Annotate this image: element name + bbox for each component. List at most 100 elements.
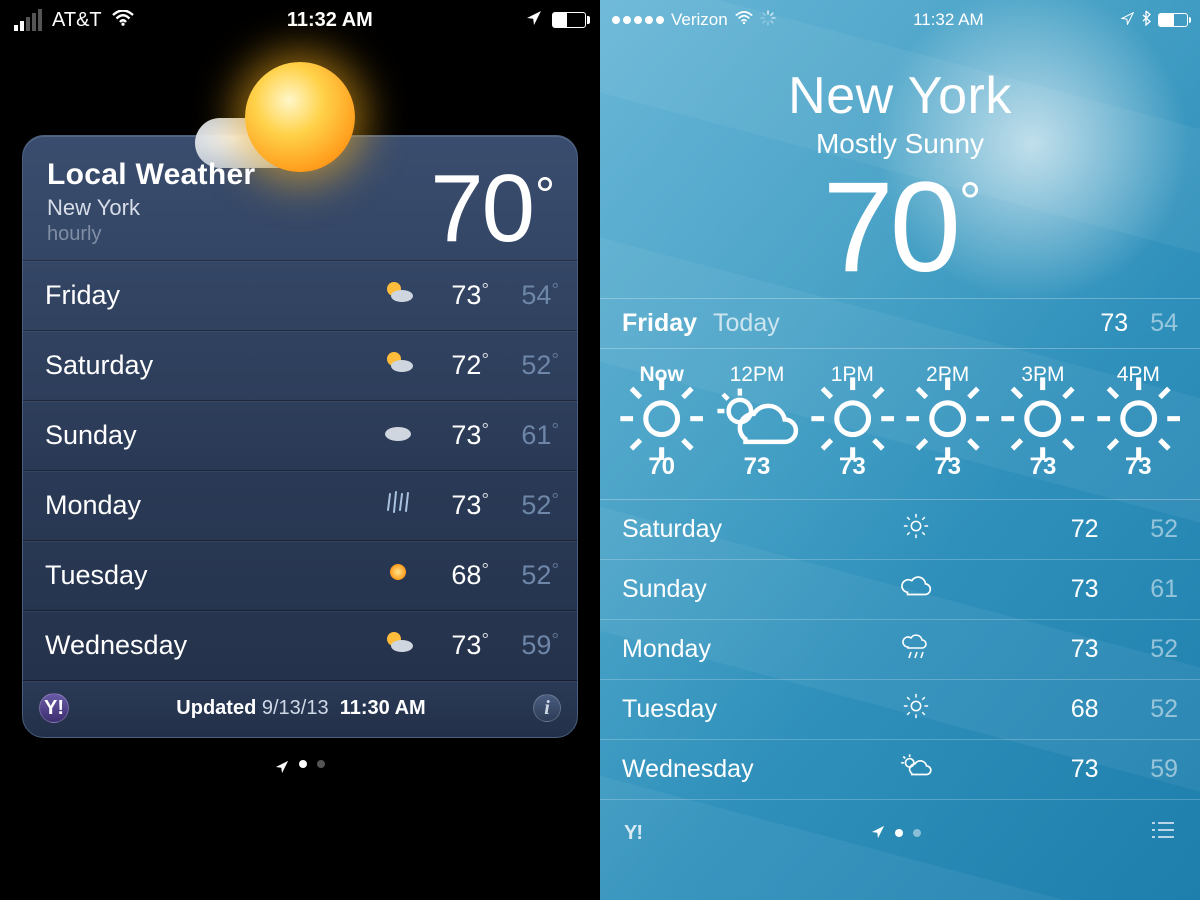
- day-label: Friday: [45, 280, 377, 311]
- statusbar-time: 11:32 AM: [287, 9, 373, 32]
- day-label: Monday: [622, 635, 844, 664]
- high-temp: 68: [419, 560, 489, 591]
- low-temp: 52: [1099, 635, 1178, 664]
- sun-icon: [805, 401, 900, 437]
- forecast-row: Sunday 7361: [600, 560, 1200, 620]
- today-low: 54: [1150, 309, 1178, 338]
- hour-cell: 2PM73: [900, 363, 995, 481]
- high-temp: 72: [987, 515, 1098, 544]
- daily-forecast[interactable]: Saturday7252Sunday7361Monday7352Tuesday6…: [600, 500, 1200, 800]
- forecast-row: Sunday7361: [23, 400, 577, 470]
- hour-cell: Now70: [614, 363, 709, 481]
- sun-cloud-icon: [377, 628, 419, 663]
- hourly-forecast[interactable]: Now7012PM731PM732PM733PM734PM73: [600, 349, 1200, 500]
- day-label: Tuesday: [45, 560, 377, 591]
- low-temp: 54: [489, 280, 559, 311]
- ios7-weather-screen: Verizon 11:32 AM New York Mostly Sunny 7…: [600, 0, 1200, 900]
- carrier-label: Verizon: [671, 10, 728, 30]
- page-dot: [895, 829, 903, 837]
- forecast-row: Wednesday7359: [23, 610, 577, 680]
- wifi-icon: [735, 10, 753, 30]
- sun-icon: [377, 558, 419, 593]
- forecast-row: Wednesday 7359: [600, 740, 1200, 800]
- day-label: Sunday: [622, 575, 844, 604]
- high-temp: 73: [419, 280, 489, 311]
- hour-cell: 1PM73: [805, 363, 900, 481]
- sun-icon: [900, 401, 995, 437]
- high-temp: 73: [419, 420, 489, 451]
- day-label: Saturday: [45, 350, 377, 381]
- page-dot: [317, 760, 325, 768]
- yahoo-icon[interactable]: Y!: [39, 693, 69, 723]
- high-temp: 73: [987, 755, 1098, 784]
- forecast-row: Friday 7354: [23, 260, 577, 330]
- cloud-icon: [844, 572, 987, 607]
- hour-cell: 4PM73: [1091, 363, 1186, 481]
- list-icon[interactable]: [1150, 820, 1176, 846]
- day-label: Saturday: [622, 515, 844, 544]
- current-temp: 70°: [823, 164, 978, 292]
- forecast-row: Tuesday6852: [23, 540, 577, 610]
- info-icon[interactable]: i: [533, 694, 561, 722]
- location-icon: [526, 10, 542, 31]
- updated-label: Updated 9/13/13 11:30 AM: [176, 697, 425, 720]
- hour-cell: 3PM73: [995, 363, 1090, 481]
- yahoo-icon[interactable]: Y!: [624, 822, 642, 845]
- signal-icon: [14, 9, 42, 31]
- high-temp: 72: [419, 350, 489, 381]
- rain-icon: [844, 632, 987, 667]
- page-indicator[interactable]: [0, 760, 600, 779]
- high-temp: 73: [987, 635, 1098, 664]
- forecast-row: Saturday 7252: [23, 330, 577, 400]
- weather-card-header[interactable]: Local Weather New York hourly 70°: [23, 136, 577, 260]
- sun-icon: [614, 401, 709, 437]
- page-dot: [913, 829, 921, 837]
- bluetooth-icon: [1141, 10, 1151, 31]
- rain-icon: [377, 488, 419, 523]
- low-temp: 59: [1099, 755, 1178, 784]
- location-arrow-icon: [871, 822, 885, 845]
- day-label: Wednesday: [622, 755, 844, 784]
- page-indicator[interactable]: [871, 822, 921, 845]
- low-temp: 52: [1099, 695, 1178, 724]
- ios6-weather-screen: AT&T 11:32 AM Local Weather New York hou…: [0, 0, 600, 900]
- high-temp: 73: [987, 575, 1098, 604]
- hourly-link[interactable]: hourly: [47, 223, 255, 246]
- sun-icon: [1091, 401, 1186, 437]
- spinner-icon: [760, 10, 776, 31]
- carrier-label: AT&T: [52, 9, 102, 32]
- city-label: New York: [600, 66, 1200, 126]
- today-day: Friday: [622, 309, 697, 338]
- forecast-list: Friday7354Saturday7252Sunday7361Monday73…: [23, 260, 577, 680]
- card-title: Local Weather: [47, 158, 255, 192]
- forecast-row: Monday7352: [23, 470, 577, 540]
- low-temp: 52: [489, 350, 559, 381]
- sun-icon: [844, 512, 987, 547]
- card-footer: Y! Updated 9/13/13 11:30 AM i: [23, 680, 577, 737]
- battery-icon: [1158, 13, 1188, 27]
- sun-icon: [995, 401, 1090, 437]
- low-temp: 59: [489, 630, 559, 661]
- page-dot: [299, 760, 307, 768]
- sun-cloud-icon: [377, 348, 419, 383]
- footer: Y!: [600, 800, 1200, 846]
- high-temp: 73: [419, 630, 489, 661]
- ios6-statusbar: AT&T 11:32 AM: [0, 0, 600, 40]
- ios7-statusbar: Verizon 11:32 AM: [600, 0, 1200, 40]
- today-row: Friday Today 73 54: [600, 298, 1200, 349]
- weather-card: Local Weather New York hourly 70° Friday…: [22, 135, 578, 738]
- hour-cell: 12PM73: [709, 363, 804, 481]
- signal-icon: [612, 16, 664, 24]
- sun-cloud-icon: [844, 752, 987, 787]
- today-high: 73: [1100, 309, 1128, 338]
- low-temp: 61: [1099, 575, 1178, 604]
- day-label: Monday: [45, 490, 377, 521]
- location-icon: [1121, 10, 1134, 30]
- day-label: Tuesday: [622, 695, 844, 724]
- forecast-row: Saturday7252: [600, 500, 1200, 560]
- location-arrow-icon: [275, 760, 289, 779]
- sun-cloud-icon: [709, 401, 804, 437]
- city-label: New York: [47, 195, 255, 221]
- sun-cloud-icon: [377, 278, 419, 313]
- today-label: Today: [713, 309, 780, 338]
